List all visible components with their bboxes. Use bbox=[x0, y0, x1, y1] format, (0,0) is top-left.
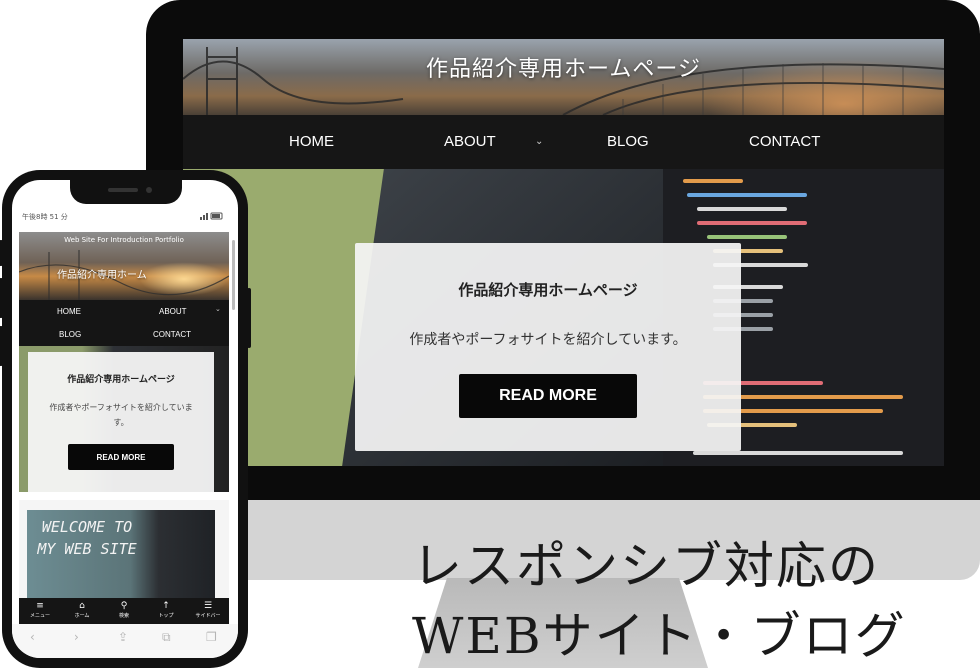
caption-line-1: レスポンシブ対応の bbox=[412, 537, 880, 595]
desktop-nav-bar: HOME ABOUT ⌄ BLOG CONTACT bbox=[183, 115, 944, 169]
welcome-text: WELCOME TO MY WEB SITE bbox=[37, 518, 137, 558]
forward-icon[interactable]: › bbox=[74, 630, 79, 644]
desktop-screen: 作品紹介専用ホームページ HOME ABOUT ⌄ BLOG CONTACT 作… bbox=[183, 39, 944, 466]
phone-nav-home[interactable]: HOME bbox=[57, 307, 81, 316]
chevron-down-icon[interactable]: ⌄ bbox=[535, 115, 543, 169]
tabs-icon[interactable]: ❐ bbox=[206, 630, 217, 644]
hero-card: 作品紹介専用ホームページ 作成者やポーフォサイトを紹介しています。 READ M… bbox=[355, 243, 741, 451]
welcome-image[interactable]: WELCOME TO MY WEB SITE bbox=[27, 510, 215, 600]
status-time: 午後8時 51 分 bbox=[22, 213, 68, 221]
tab-label: メニュー bbox=[29, 613, 50, 619]
back-icon[interactable]: ‹ bbox=[30, 630, 35, 644]
nav-home[interactable]: HOME bbox=[289, 115, 334, 169]
camera-icon bbox=[146, 187, 152, 193]
tab-search[interactable]: ⚲ 検索 bbox=[103, 598, 145, 624]
phone-side-button bbox=[0, 240, 3, 266]
tab-label: ホーム bbox=[74, 613, 90, 619]
nav-about[interactable]: ABOUT bbox=[444, 115, 496, 169]
phone-nav-contact[interactable]: CONTACT bbox=[153, 330, 191, 339]
speaker bbox=[108, 188, 138, 192]
site-title[interactable]: 作品紹介専用ホームページ bbox=[183, 51, 944, 83]
tab-label: 検索 bbox=[118, 613, 129, 619]
nav-contact[interactable]: CONTACT bbox=[749, 115, 820, 169]
desktop-site-header: 作品紹介専用ホームページ bbox=[183, 39, 944, 115]
smartphone: 午後8時 51 分 Web Site For Introduction Port… bbox=[0, 170, 251, 668]
phone-read-more-button[interactable]: READ MORE bbox=[68, 444, 174, 470]
phone-power-button bbox=[247, 288, 251, 348]
phone-volume-down bbox=[0, 326, 3, 366]
read-more-button[interactable]: READ MORE bbox=[459, 374, 637, 418]
tab-label: トップ bbox=[158, 613, 174, 619]
hero-card-text: 作成者やポーフォサイトを紹介しています。 bbox=[409, 332, 687, 348]
phone-volume-up bbox=[0, 278, 3, 318]
phone-screen: 午後8時 51 分 Web Site For Introduction Port… bbox=[12, 180, 238, 658]
share-icon[interactable]: ⇪ bbox=[118, 630, 128, 644]
hero-card-title: 作品紹介専用ホームページ bbox=[458, 281, 638, 299]
phone-hero-card: 作品紹介専用ホームページ 作成者やポーフォサイトを紹介しています。 READ M… bbox=[28, 352, 214, 492]
home-icon: ⌂ bbox=[79, 601, 85, 611]
caption-line-2: WEBサイト・ブログ bbox=[412, 607, 907, 665]
phone-site-header: Web Site For Introduction Portfolio 作品紹介… bbox=[19, 232, 229, 300]
chevron-down-icon[interactable]: ⌄ bbox=[215, 305, 221, 313]
tab-home[interactable]: ⌂ ホーム bbox=[61, 598, 103, 624]
tab-sidebar[interactable]: ☰ サイドバー bbox=[187, 598, 229, 624]
phone-notch bbox=[70, 180, 182, 204]
sidebar-icon: ☰ bbox=[203, 601, 213, 611]
phone-browser-toolbar: ‹ › ⇪ ⧉ ❐ bbox=[12, 624, 238, 658]
phone-site-title[interactable]: 作品紹介専用ホーム bbox=[57, 266, 147, 281]
search-icon: ⚲ bbox=[120, 601, 128, 611]
tab-label: サイドバー bbox=[195, 613, 221, 619]
tab-menu[interactable]: ≡ メニュー bbox=[19, 598, 61, 624]
welcome-section: WELCOME TO MY WEB SITE bbox=[19, 500, 229, 600]
signal-battery-icon bbox=[200, 212, 223, 220]
phone-hero-card-title: 作品紹介専用ホームページ bbox=[67, 375, 175, 385]
bookmarks-icon[interactable]: ⧉ bbox=[162, 630, 171, 645]
phone-nav-blog[interactable]: BLOG bbox=[59, 330, 81, 339]
phone-hero-card-text: 作成者やポーフォサイトを紹介しています。 bbox=[49, 403, 193, 427]
phone-nav-bar: HOME ABOUT ⌄ BLOG CONTACT bbox=[19, 300, 229, 346]
phone-header-subtitle: Web Site For Introduction Portfolio bbox=[64, 236, 184, 244]
arrow-up-icon: ↑ bbox=[162, 601, 170, 611]
menu-icon: ≡ bbox=[36, 601, 44, 611]
nav-blog[interactable]: BLOG bbox=[607, 115, 649, 169]
tab-top[interactable]: ↑ トップ bbox=[145, 598, 187, 624]
phone-bottom-toolbar: ≡ メニュー ⌂ ホーム ⚲ 検索 ↑ トップ ☰ サイドバー bbox=[19, 598, 229, 624]
desktop-hero-image: 作品紹介専用ホームページ 作成者やポーフォサイトを紹介しています。 READ M… bbox=[183, 169, 944, 466]
phone-nav-about[interactable]: ABOUT bbox=[159, 307, 187, 316]
phone-scrollbar[interactable] bbox=[232, 240, 235, 310]
